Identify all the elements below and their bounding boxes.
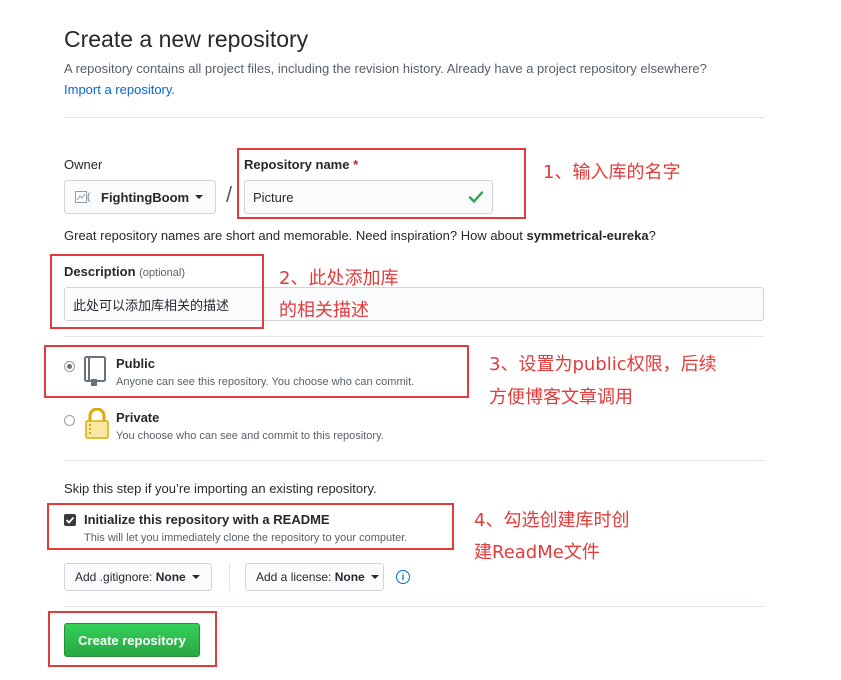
avatar-alt-text: (	[87, 191, 91, 203]
license-dropdown[interactable]: Add a license: None	[245, 563, 384, 591]
gitignore-prefix: Add .gitignore:	[75, 570, 153, 584]
license-value: None	[334, 570, 365, 584]
dropdown-separator	[229, 563, 230, 591]
lock-icon	[85, 408, 109, 439]
annotation-box-public	[44, 345, 469, 398]
annotation-4-line2: 建ReadMe文件	[474, 542, 600, 563]
annotation-box-readme	[47, 503, 454, 550]
annotation-3-line2: 方便博客文章调用	[489, 387, 633, 408]
private-title: Private	[116, 410, 160, 425]
annotation-box-description	[50, 254, 264, 329]
divider	[64, 606, 764, 607]
annotation-4-line1: 4、勾选创建库时创	[474, 510, 630, 531]
annotation-box-create	[48, 611, 217, 667]
annotation-1: 1、输入库的名字	[543, 162, 681, 183]
owner-select[interactable]: ( FightingBoom	[64, 180, 216, 214]
info-icon[interactable]: i	[396, 570, 410, 584]
divider	[64, 460, 764, 461]
repository-name-hint: Great repository names are short and mem…	[64, 228, 656, 243]
chevron-down-icon	[370, 575, 379, 579]
avatar: (	[75, 188, 95, 206]
annotation-2-line2: 的相关描述	[279, 300, 369, 321]
annotation-box-repo-name	[237, 148, 526, 219]
page-subtitle: A repository contains all project files,…	[64, 61, 707, 76]
import-repository-link[interactable]: Import a repository.	[64, 82, 175, 97]
divider	[64, 336, 764, 337]
annotation-2-line1: 2、此处添加库	[279, 268, 399, 289]
license-prefix: Add a license:	[256, 570, 332, 584]
page-title: Create a new repository	[64, 26, 309, 52]
owner-value: FightingBoom	[101, 189, 190, 205]
broken-image-icon	[75, 191, 87, 203]
chevron-down-icon	[195, 195, 204, 199]
name-suggestion[interactable]: symmetrical-eureka	[526, 228, 648, 243]
annotation-3-line1: 3、设置为public权限，后续	[489, 354, 717, 375]
private-radio[interactable]	[64, 415, 75, 426]
hint-suffix: ?	[648, 228, 656, 243]
skip-step-text: Skip this step if you’re importing an ex…	[64, 481, 377, 496]
gitignore-value: None	[155, 570, 186, 584]
hint-text: Great repository names are short and mem…	[64, 228, 527, 243]
owner-repo-separator: /	[226, 182, 233, 207]
divider	[64, 117, 764, 118]
private-description: You choose who can see and commit to thi…	[116, 430, 384, 442]
owner-label: Owner	[64, 157, 103, 172]
chevron-down-icon	[191, 575, 200, 579]
gitignore-dropdown[interactable]: Add .gitignore: None	[64, 563, 212, 591]
